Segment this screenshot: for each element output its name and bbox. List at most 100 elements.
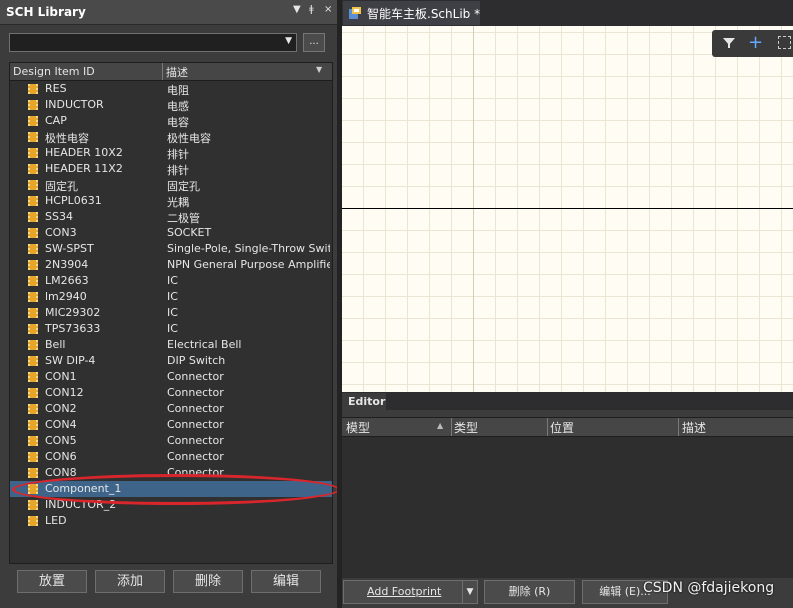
item-description: IC: [167, 306, 178, 319]
column-divider[interactable]: [547, 418, 548, 436]
list-item[interactable]: CON3 SOCKET: [10, 225, 332, 241]
item-description: 极性电容: [167, 132, 211, 145]
item-description: NPN General Purpose Amplifier: [167, 258, 330, 271]
delete-model-button[interactable]: 删除 (R): [484, 580, 575, 604]
list-item[interactable]: MIC29302 IC: [10, 305, 332, 321]
list-item[interactable]: LM2663 IC: [10, 273, 332, 289]
pin-icon[interactable]: ǂ: [309, 4, 314, 15]
component-icon: [28, 340, 38, 350]
component-icon: [28, 404, 38, 414]
editor-tab[interactable]: Editor: [342, 393, 386, 410]
place-button[interactable]: 放置: [17, 570, 87, 593]
item-description: 电阻: [167, 84, 189, 97]
item-description: DIP Switch: [167, 354, 226, 367]
select-rect-icon[interactable]: [778, 36, 791, 49]
schlib-file-icon: [349, 7, 361, 19]
list-item[interactable]: 2N3904 NPN General Purpose Amplifier: [10, 257, 332, 273]
schematic-canvas[interactable]: +: [342, 26, 793, 392]
component-icon: [28, 452, 38, 462]
chevron-down-icon: ▼: [285, 36, 292, 46]
column-divider[interactable]: [162, 63, 163, 80]
item-description: IC: [167, 290, 178, 303]
list-item[interactable]: SW-SPST Single-Pole, Single-Throw Switc: [10, 241, 332, 257]
tab-schlib-document[interactable]: 智能车主板.SchLib *: [343, 1, 480, 25]
item-description: 二极管: [167, 212, 200, 225]
component-icon: [28, 228, 38, 238]
list-item[interactable]: CON2 Connector: [10, 401, 332, 417]
add-footprint-dropdown[interactable]: ▼: [462, 580, 478, 604]
item-description: Connector: [167, 450, 224, 463]
list-item[interactable]: LED: [10, 513, 332, 529]
column-divider[interactable]: [678, 418, 679, 436]
add-footprint-button[interactable]: Add Footprint: [343, 580, 463, 604]
list-item[interactable]: INDUCTOR 电感: [10, 97, 332, 113]
item-description: Connector: [167, 386, 224, 399]
list-item[interactable]: HEADER 10X2 排针: [10, 145, 332, 161]
column-menu-icon[interactable]: ▼: [316, 65, 322, 74]
column-header-location[interactable]: 位置: [550, 419, 574, 436]
list-item[interactable]: CAP 电容: [10, 113, 332, 129]
item-id: CON3: [45, 226, 77, 239]
component-icon: [28, 468, 38, 478]
item-id: CON2: [45, 402, 77, 415]
sort-ascending-icon: ▲: [437, 421, 444, 430]
list-item[interactable]: HEADER 11X2 排针: [10, 161, 332, 177]
list-item[interactable]: RES 电阻: [10, 81, 332, 97]
item-id: 固定孔: [45, 180, 78, 193]
component-icon: [28, 132, 38, 142]
list-item[interactable]: Bell Electrical Bell: [10, 337, 332, 353]
list-item[interactable]: TPS73633 IC: [10, 321, 332, 337]
delete-button[interactable]: 删除: [173, 570, 243, 593]
component-icon: [28, 244, 38, 254]
list-item[interactable]: CON6 Connector: [10, 449, 332, 465]
column-header-model[interactable]: 模型: [346, 419, 370, 436]
list-item[interactable]: CON4 Connector: [10, 417, 332, 433]
list-item[interactable]: SS34 二极管: [10, 209, 332, 225]
list-item[interactable]: 极性电容 极性电容: [10, 129, 332, 145]
item-id: HCPL0631: [45, 194, 102, 207]
column-header-description[interactable]: 描述: [166, 64, 188, 80]
component-icon: [28, 324, 38, 334]
list-item[interactable]: HCPL0631 光耦: [10, 193, 332, 209]
item-id: CON5: [45, 434, 77, 447]
sch-library-panel: SCH Library ▼ ǂ × ▼ ... Design Item ID 描…: [0, 0, 340, 608]
component-icon: [28, 180, 38, 190]
component-icon: [28, 276, 38, 286]
item-description: 排针: [167, 164, 189, 177]
more-button[interactable]: ...: [303, 33, 325, 52]
plus-icon[interactable]: +: [748, 32, 763, 53]
item-id: HEADER 10X2: [45, 146, 123, 159]
list-item[interactable]: 固定孔 固定孔: [10, 177, 332, 193]
model-list-header: 模型 ▲ 类型 位置 描述: [342, 418, 793, 437]
column-header-design-item-id[interactable]: Design Item ID: [13, 65, 95, 78]
library-select[interactable]: ▼: [9, 33, 297, 52]
edit-button[interactable]: 编辑: [251, 570, 321, 593]
item-id: INDUCTOR: [45, 98, 104, 111]
item-id: SW-SPST: [45, 242, 94, 255]
item-id: SS34: [45, 210, 73, 223]
item-description: 电感: [167, 100, 189, 113]
list-item[interactable]: CON12 Connector: [10, 385, 332, 401]
item-id: TPS73633: [45, 322, 101, 335]
item-id: 极性电容: [45, 132, 89, 145]
component-icon: [28, 516, 38, 526]
item-description: IC: [167, 274, 178, 287]
list-item[interactable]: lm2940 IC: [10, 289, 332, 305]
column-divider[interactable]: [451, 418, 452, 436]
item-description: Connector: [167, 370, 224, 383]
add-button[interactable]: 添加: [95, 570, 165, 593]
column-header-description[interactable]: 描述: [682, 419, 706, 436]
component-icon: [28, 116, 38, 126]
canvas-axis-vertical: [473, 26, 474, 392]
close-icon[interactable]: ×: [324, 4, 332, 15]
item-id: Bell: [45, 338, 66, 351]
list-item[interactable]: CON1 Connector: [10, 369, 332, 385]
list-item[interactable]: CON5 Connector: [10, 433, 332, 449]
column-header-type[interactable]: 类型: [454, 419, 478, 436]
item-description: Connector: [167, 418, 224, 431]
component-icon: [28, 500, 38, 510]
list-item[interactable]: SW DIP-4 DIP Switch: [10, 353, 332, 369]
delete-model-label: 删除: [508, 585, 531, 598]
item-id: lm2940: [45, 290, 87, 303]
panel-menu-icon[interactable]: ▼: [293, 4, 301, 15]
